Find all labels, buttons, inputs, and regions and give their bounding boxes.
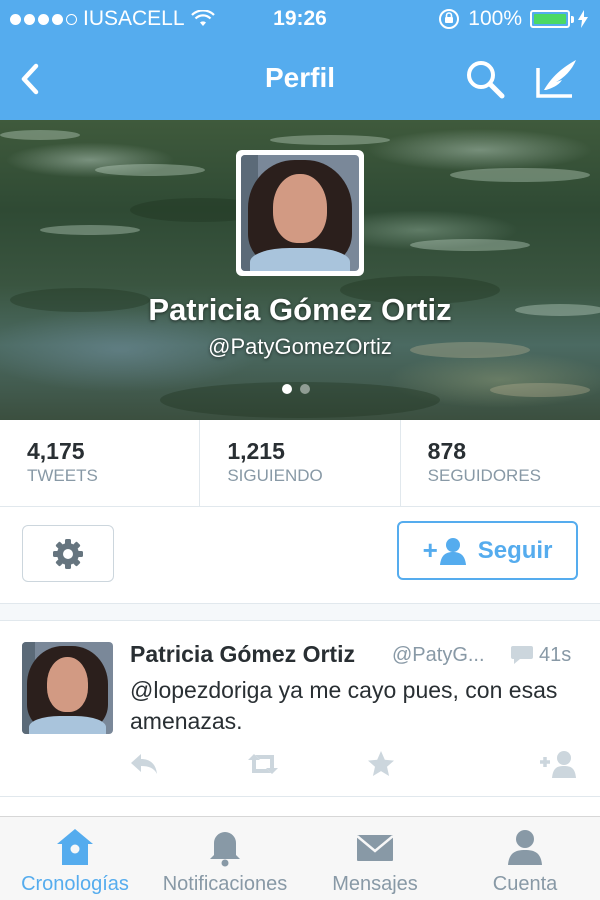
page-dot-1	[282, 384, 292, 394]
profile-avatar[interactable]	[236, 150, 364, 276]
profile-stats: 4,175 TWEETS 1,215 SIGUIENDO 878 SEGUIDO…	[0, 420, 600, 507]
tweet-avatar[interactable]	[22, 642, 113, 734]
tweet-author-handle: @PatyG...	[392, 644, 485, 666]
person-icon	[508, 830, 542, 865]
tweet-timestamp: 41s	[539, 644, 572, 666]
tab-notifications[interactable]: Notificaciones	[150, 817, 300, 900]
battery-percent: 100%	[468, 7, 522, 30]
search-icon[interactable]	[464, 58, 506, 100]
stat-value: 4,175	[27, 438, 85, 464]
add-user-icon: +	[423, 535, 468, 566]
section-divider	[0, 603, 600, 621]
envelope-icon	[356, 835, 394, 861]
reply-icon	[131, 754, 157, 774]
page-dot-2	[300, 384, 310, 394]
follow-author-button[interactable]	[538, 749, 580, 779]
profile-header: Patricia Gómez Ortiz @PatyGomezOrtiz	[0, 120, 600, 420]
charging-bolt-icon	[578, 10, 588, 28]
star-icon	[368, 751, 394, 776]
tab-label: Mensajes	[332, 873, 418, 895]
tab-label: Notificaciones	[162, 873, 288, 895]
tab-timelines[interactable]: Cronologías	[0, 817, 150, 900]
page-title: Perfil	[264, 62, 336, 93]
stat-followers[interactable]: 878 SEGUIDORES	[401, 420, 600, 506]
header-page-indicator[interactable]	[282, 384, 310, 394]
tab-label: Cronologías	[21, 873, 129, 895]
tweet-author-name[interactable]: Patricia Gómez Ortiz	[130, 641, 355, 668]
profile-actions: + Seguir	[0, 507, 600, 603]
status-bar: IUSACELL 19:26 100%	[0, 0, 600, 38]
gear-icon	[53, 538, 83, 569]
reply-button[interactable]	[128, 749, 160, 779]
stat-label: SEGUIDORES	[427, 466, 542, 485]
rotation-lock-icon	[439, 9, 460, 29]
home-icon	[57, 829, 93, 865]
stat-label: TWEETS	[27, 466, 98, 485]
profile-handle: @PatyGomezOrtiz	[208, 334, 392, 359]
person-silhouette-icon	[439, 537, 466, 565]
follow-button[interactable]: + Seguir	[397, 521, 578, 580]
retweet-icon	[248, 754, 278, 774]
navigation-bar: Perfil	[0, 38, 600, 120]
add-user-icon	[540, 751, 576, 778]
compose-tweet-icon[interactable]	[534, 56, 580, 100]
stat-tweets[interactable]: 4,175 TWEETS	[0, 420, 201, 506]
follow-label: Seguir	[477, 536, 553, 564]
retweet-button[interactable]	[245, 749, 281, 779]
tweet-item[interactable]: Patricia Gómez Ortiz @PatyG... 41s @lope…	[0, 621, 600, 797]
stat-value: 1,215	[227, 438, 285, 464]
system-indicators: 100%	[438, 7, 588, 31]
tab-bar: Cronologías Notificaciones Mensajes Cuen…	[0, 816, 600, 900]
stat-label: SIGUIENDO	[227, 466, 323, 485]
stat-value: 878	[427, 438, 467, 464]
tab-label: Cuenta	[492, 873, 558, 895]
tab-messages[interactable]: Mensajes	[300, 817, 450, 900]
tweet-text: @lopezdoriga ya me cayo pues, con esas a…	[130, 677, 558, 734]
favorite-button[interactable]	[366, 749, 396, 779]
conversation-icon	[511, 646, 533, 664]
bell-icon	[210, 832, 240, 867]
battery-icon	[530, 10, 574, 28]
follow-plus: +	[422, 535, 438, 565]
profile-name: Patricia Gómez Ortiz	[148, 292, 452, 327]
settings-button[interactable]	[22, 525, 114, 582]
stat-following[interactable]: 1,215 SIGUIENDO	[200, 420, 401, 506]
tab-account[interactable]: Cuenta	[450, 817, 600, 900]
